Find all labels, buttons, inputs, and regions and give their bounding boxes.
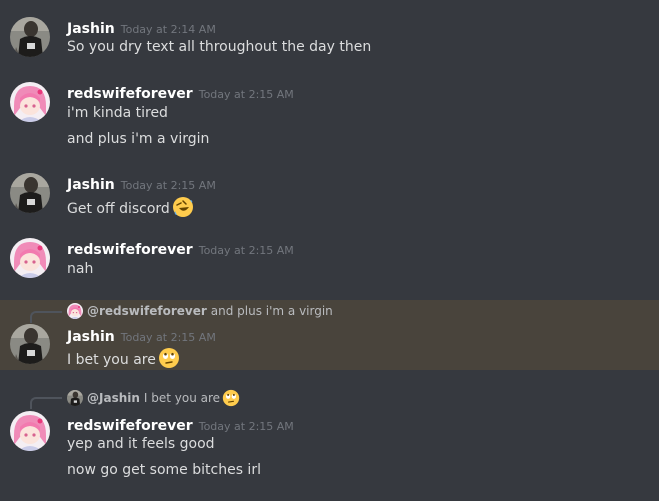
message-text: now go get some bitches irl xyxy=(67,462,261,478)
avatar[interactable] xyxy=(10,82,50,122)
timestamp: Today at 2:15 AM xyxy=(120,331,216,344)
avatar[interactable] xyxy=(10,238,50,278)
message-header: Jashin Today at 2:15 AM xyxy=(67,174,216,194)
username[interactable]: Jashin xyxy=(67,329,115,345)
reply-avatar xyxy=(67,303,83,319)
avatar[interactable] xyxy=(10,411,50,451)
message-text: I bet you are xyxy=(67,347,180,369)
face-with-rolling-eyes-emoji xyxy=(158,347,180,369)
message-text: Get off discord xyxy=(67,196,194,218)
message-header: redswifeforever Today at 2:15 AM xyxy=(67,239,294,259)
avatar[interactable] xyxy=(10,17,50,57)
reply-mention[interactable]: @redswifeforever xyxy=(87,304,207,318)
redswifeforever-avatar xyxy=(10,238,50,278)
message-group: Jashin Today at 2:15 AM Get off discord xyxy=(0,168,659,230)
message-text: yep and it feels good xyxy=(67,436,215,452)
reply-connector xyxy=(30,397,62,409)
message-header: Jashin Today at 2:14 AM xyxy=(67,18,216,38)
timestamp: Today at 2:15 AM xyxy=(198,244,294,257)
timestamp: Today at 2:15 AM xyxy=(198,420,294,433)
reply-avatar xyxy=(67,390,83,406)
jashin-avatar xyxy=(10,17,50,57)
reply-text: and plus i'm a virgin xyxy=(210,304,333,318)
redswifeforever-avatar xyxy=(67,303,83,319)
message-header: redswifeforever Today at 2:15 AM xyxy=(67,415,294,435)
avatar[interactable] xyxy=(10,173,50,213)
message-header: Jashin Today at 2:15 AM xyxy=(67,326,216,346)
message-text: nah xyxy=(67,261,94,277)
message-header: redswifeforever Today at 2:15 AM xyxy=(67,83,294,103)
message-text: So you dry text all throughout the day t… xyxy=(67,39,372,55)
username[interactable]: redswifeforever xyxy=(67,418,193,434)
username[interactable]: redswifeforever xyxy=(67,86,193,102)
message-text-content: I bet you are xyxy=(67,352,156,368)
chat-messages: Jashin Today at 2:14 AM So you dry text a… xyxy=(0,0,659,501)
jashin-avatar xyxy=(10,324,50,364)
reply-text: I bet you are xyxy=(143,391,221,405)
jashin-avatar xyxy=(67,390,83,406)
timestamp: Today at 2:15 AM xyxy=(198,88,294,101)
message-text: i'm kinda tired xyxy=(67,105,168,121)
redswifeforever-avatar xyxy=(10,411,50,451)
reply-connector xyxy=(30,311,62,323)
redswifeforever-avatar xyxy=(10,82,50,122)
reply-preview[interactable]: @Jashin I bet you are xyxy=(67,389,240,407)
rolling-on-floor-laughing-emoji xyxy=(172,196,194,218)
jashin-avatar xyxy=(10,173,50,213)
timestamp: Today at 2:15 AM xyxy=(120,179,216,192)
message-group: @Jashin I bet you are redswifeforever Toda… xyxy=(0,386,659,496)
message-group: Jashin Today at 2:14 AM So you dry text a… xyxy=(0,0,659,70)
message-group: redswifeforever Today at 2:15 AM i'm kind… xyxy=(0,70,659,168)
avatar[interactable] xyxy=(10,324,50,364)
username[interactable]: redswifeforever xyxy=(67,242,193,258)
face-with-rolling-eyes-emoji xyxy=(222,389,240,407)
message-text: and plus i'm a virgin xyxy=(67,131,210,147)
message-group: redswifeforever Today at 2:15 AM nah xyxy=(0,230,659,296)
reply-preview[interactable]: @redswifeforever and plus i'm a virgin xyxy=(67,303,333,321)
message-text-content: Get off discord xyxy=(67,201,170,217)
timestamp: Today at 2:14 AM xyxy=(120,23,216,36)
username[interactable]: Jashin xyxy=(67,177,115,193)
message-group-highlighted: @redswifeforever and plus i'm a virgin Ja… xyxy=(0,300,659,370)
username[interactable]: Jashin xyxy=(67,21,115,37)
reply-mention[interactable]: @Jashin xyxy=(87,391,140,405)
